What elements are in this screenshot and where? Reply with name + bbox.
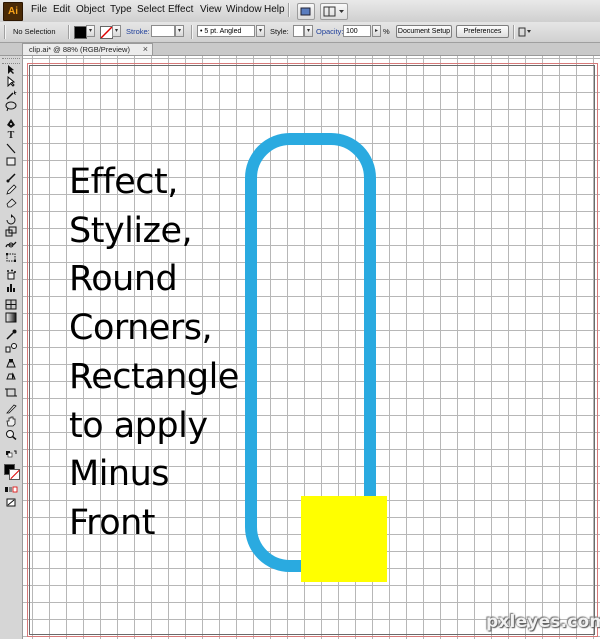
- default-colors-icon[interactable]: [4, 449, 18, 460]
- line-icon[interactable]: [4, 143, 18, 154]
- menu-bar: Ai File Edit Object Type Select Effect V…: [0, 0, 600, 23]
- chevron-down-icon: ▾: [258, 28, 262, 34]
- no-stroke-icon: [101, 27, 112, 38]
- style-dropdown[interactable]: ▾: [304, 25, 313, 37]
- stroke-weight-dropdown[interactable]: ▾: [175, 25, 184, 37]
- text-line: Rectangle: [69, 356, 239, 397]
- type-icon[interactable]: T: [4, 130, 18, 141]
- rotate-icon[interactable]: [4, 214, 18, 225]
- eyedropper-icon[interactable]: [4, 329, 18, 340]
- direct-selection-icon[interactable]: [4, 75, 18, 88]
- opacity-percent: %: [383, 27, 390, 36]
- paintbrush-icon[interactable]: [4, 172, 18, 183]
- rectangle-icon[interactable]: [4, 156, 18, 167]
- selection-status: No Selection: [13, 27, 56, 36]
- document-tab-label: clip.ai* @ 88% (RGB/Preview): [29, 45, 130, 54]
- mesh-icon[interactable]: [4, 299, 18, 310]
- zoom-icon[interactable]: [4, 429, 18, 441]
- menu-help[interactable]: Help: [264, 4, 285, 15]
- stroke-label[interactable]: Stroke:: [126, 27, 150, 36]
- bridge-button[interactable]: [297, 3, 315, 20]
- document-tab[interactable]: clip.ai* @ 88% (RGB/Preview) ×: [22, 43, 153, 55]
- control-bar: No Selection ▾ ▾ Stroke: ▾ • 5 pt. Angle…: [0, 22, 600, 43]
- brush-definition-dropdown[interactable]: ▾: [256, 25, 265, 37]
- control-panel-menu-button[interactable]: [518, 26, 532, 38]
- live-paint-selection-icon[interactable]: [4, 370, 18, 381]
- menu-view[interactable]: View: [200, 4, 222, 15]
- stroke-dropdown-button[interactable]: ▾: [112, 25, 121, 37]
- menu-select[interactable]: Select: [137, 4, 165, 15]
- warp-icon[interactable]: [4, 239, 18, 250]
- yellow-square-shape[interactable]: [301, 496, 387, 582]
- brush-definition-field[interactable]: • 5 pt. Angled: [197, 25, 255, 37]
- color-mode-icons[interactable]: [4, 484, 18, 495]
- menu-file[interactable]: File: [31, 4, 47, 15]
- text-line: Front: [69, 502, 156, 543]
- text-line: Corners,: [69, 308, 213, 349]
- text-line: Round: [69, 259, 178, 300]
- tools-panel: T: [0, 56, 23, 639]
- eraser-icon[interactable]: [4, 197, 18, 208]
- watermark-text: pxleyes.com: [486, 612, 600, 632]
- menu-type[interactable]: Type: [110, 4, 132, 15]
- chevron-down-icon: ▾: [306, 28, 310, 34]
- pencil-icon[interactable]: [4, 184, 18, 195]
- opacity-label[interactable]: Opacity:: [316, 27, 344, 36]
- opacity-field[interactable]: 100: [343, 25, 371, 37]
- panel-menu-icon: [518, 27, 531, 37]
- artwork-text[interactable]: Effect, Stylize, Round Corners, Rectangl…: [69, 158, 259, 548]
- text-line: Stylize,: [69, 210, 193, 251]
- crop-icon[interactable]: [4, 387, 18, 398]
- magic-wand-icon[interactable]: [4, 89, 18, 100]
- fill-dropdown-button[interactable]: ▾: [86, 25, 95, 37]
- menu-edit[interactable]: Edit: [53, 4, 70, 15]
- chevron-down-icon: ▾: [88, 28, 92, 34]
- document-tab-strip: clip.ai* @ 88% (RGB/Preview) ×: [0, 43, 600, 56]
- chevron-down-icon: ▾: [114, 28, 118, 34]
- text-line: Effect,: [69, 162, 178, 202]
- app-logo: Ai: [3, 2, 23, 21]
- arrange-documents-button[interactable]: [320, 3, 348, 20]
- menu-effect[interactable]: Effect: [168, 4, 193, 15]
- style-swatch[interactable]: [293, 25, 304, 37]
- hand-icon[interactable]: [4, 416, 18, 427]
- menu-object[interactable]: Object: [76, 4, 105, 15]
- slice-icon[interactable]: [4, 403, 18, 414]
- selection-icon[interactable]: [4, 64, 18, 75]
- live-paint-icon[interactable]: [4, 358, 18, 369]
- stroke-weight-field[interactable]: [151, 25, 175, 37]
- opacity-slider-button[interactable]: ▸: [372, 25, 381, 37]
- text-line: to apply: [69, 405, 208, 446]
- artboard-canvas[interactable]: Effect, Stylize, Round Corners, Rectangl…: [23, 56, 600, 639]
- brush-definition-value: 5 pt. Angled: [204, 28, 242, 35]
- chevron-right-icon: ▸: [374, 28, 378, 34]
- free-transform-icon[interactable]: [4, 252, 18, 263]
- symbol-sprayer-icon[interactable]: [4, 269, 18, 280]
- stroke-swatch[interactable]: [9, 469, 20, 480]
- bridge-icon: [300, 7, 311, 16]
- close-icon[interactable]: ×: [143, 44, 148, 54]
- screen-mode-icon[interactable]: [4, 497, 18, 508]
- pen-icon[interactable]: [4, 118, 18, 129]
- lasso-icon[interactable]: [4, 101, 18, 112]
- text-line: Minus: [69, 454, 170, 495]
- graph-icon[interactable]: [4, 282, 18, 293]
- arrange-documents-icon: [323, 6, 344, 17]
- preferences-button[interactable]: Preferences: [456, 25, 509, 38]
- chevron-down-icon: ▾: [177, 28, 181, 34]
- style-label: Style:: [270, 27, 289, 36]
- menu-window[interactable]: Window: [226, 4, 262, 15]
- document-setup-button[interactable]: Document Setup: [396, 25, 452, 38]
- scale-icon[interactable]: [4, 226, 18, 237]
- blend-icon[interactable]: [4, 342, 18, 353]
- gradient-icon[interactable]: [4, 312, 18, 323]
